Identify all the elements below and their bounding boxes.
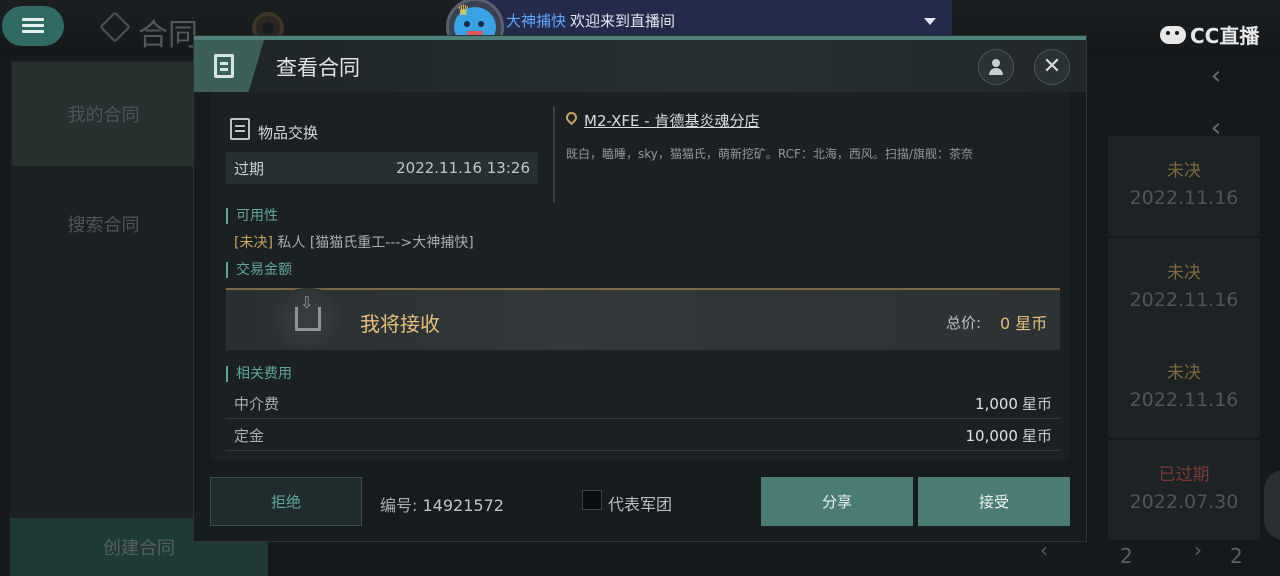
- fee-unit: 星币: [1021, 394, 1052, 413]
- close-icon: ✕: [1042, 54, 1062, 79]
- contract-number: 编号: 14921572: [380, 492, 504, 516]
- list-item[interactable]: 未决 2022.11.16: [1108, 136, 1260, 236]
- dialog-header: 查看合同 ✕: [194, 40, 1086, 92]
- list-item-date: 2022.11.16: [1129, 289, 1239, 311]
- banner-message: 欢迎来到直播间: [570, 11, 676, 30]
- fee-label: 定金: [234, 426, 265, 445]
- dialog-body: 物品交换 过期 2022.11.16 13:26 M2-XFE - 肯德基炎魂分…: [210, 92, 1070, 460]
- crown-icon: ♛: [457, 3, 470, 19]
- reject-button[interactable]: 拒绝: [210, 477, 362, 526]
- cc-cloud-icon: [1160, 25, 1186, 44]
- sidebar-item-search-contracts[interactable]: 搜索合同: [12, 172, 195, 276]
- fee-row-deposit: 定金 10,000 星币: [226, 420, 1060, 451]
- receive-bar: 我将接收 总价: 0 星币: [226, 288, 1060, 350]
- chevron-left-icon[interactable]: ‹: [1040, 538, 1048, 562]
- amount-heading: 交易金额: [226, 262, 292, 278]
- availability-heading: 可用性: [226, 208, 278, 224]
- list-item[interactable]: 已过期 2022.07.30: [1108, 440, 1260, 540]
- location-pin-icon: [563, 109, 580, 126]
- hamburger-icon: [22, 18, 44, 34]
- availability-status: [未决]: [234, 235, 273, 251]
- dialog-title: 查看合同: [276, 56, 360, 80]
- status-badge: 未决: [1167, 263, 1201, 283]
- availability-detail: 私人 [猫猫氏重工--->大神捕快]: [277, 235, 474, 251]
- expiry-label: 过期: [234, 159, 265, 178]
- status-badge: 未决: [1167, 363, 1201, 383]
- list-item-date: 2022.11.16: [1129, 187, 1239, 209]
- accept-button[interactable]: 接受: [918, 477, 1070, 526]
- expiry-value: 2022.11.16 13:26: [396, 159, 530, 177]
- person-icon: [989, 59, 1003, 75]
- contract-dialog: 查看合同 ✕ 物品交换 过期 2022.11.16 13:26 M2-XFE -…: [194, 36, 1086, 541]
- fee-row-broker: 中介费 1,000 星币: [226, 388, 1060, 419]
- share-button[interactable]: 分享: [761, 477, 913, 526]
- floating-ball[interactable]: [1264, 470, 1280, 540]
- receive-badge: [266, 288, 350, 350]
- fee-unit: 星币: [1021, 426, 1052, 445]
- total-label: 总价:: [946, 314, 982, 332]
- fee-value: 10,000 星币: [965, 425, 1052, 446]
- represent-corp-label: 代表军团: [608, 495, 673, 514]
- close-button[interactable]: ✕: [1034, 49, 1070, 85]
- fees-heading: 相关费用: [226, 366, 292, 382]
- represent-corp-checkbox[interactable]: [582, 490, 602, 510]
- contract-number-label: 编号:: [380, 496, 418, 515]
- chevron-left-icon[interactable]: ‹: [1196, 56, 1236, 96]
- fee-label: 中介费: [234, 394, 280, 413]
- page-total: 2: [1230, 544, 1243, 568]
- status-badge: 已过期: [1158, 465, 1210, 485]
- dialog-icon-tab: [194, 40, 264, 92]
- fee-amount: 1,000: [975, 394, 1018, 413]
- contract-book-icon: [214, 54, 234, 78]
- list-item-date: 2022.07.30: [1129, 491, 1239, 513]
- fee-value: 1,000 星币: [975, 393, 1052, 414]
- location-link[interactable]: M2-XFE - 肯德基炎魂分店: [584, 110, 759, 131]
- list-item[interactable]: 未决 2022.11.16: [1108, 338, 1260, 438]
- download-tray-icon: [295, 293, 321, 331]
- watermark-logo: CC直播: [1160, 20, 1259, 49]
- availability-line: [未决] 私人 [猫猫氏重工--->大神捕快]: [234, 232, 474, 252]
- stream-welcome-banner[interactable]: 大神捕快 欢迎来到直播间: [462, 0, 952, 40]
- list-item-date: 2022.11.16: [1129, 389, 1239, 411]
- expiry-row: 过期 2022.11.16 13:26: [226, 152, 538, 184]
- page-current: 2: [1120, 544, 1133, 568]
- banner-username: 大神捕快: [506, 11, 567, 30]
- contract-number-value: 14921572: [422, 496, 504, 515]
- contract-type: 物品交换: [258, 124, 319, 142]
- profile-button[interactable]: [978, 49, 1014, 85]
- page-title: 合同: [138, 18, 198, 53]
- caret-down-icon[interactable]: [924, 18, 936, 25]
- location-description: 既白，瞌睡，sky，猫猫氏，萌新挖矿。RCF：北海，西风。扫描/旗舰：茶奈: [566, 147, 973, 161]
- menu-button[interactable]: [2, 6, 64, 46]
- document-icon: [230, 118, 250, 140]
- chevron-right-icon[interactable]: ›: [1194, 538, 1202, 562]
- divider: [553, 106, 555, 202]
- watermark-text: CC直播: [1190, 24, 1260, 48]
- total-value: 0 星币: [1000, 314, 1048, 333]
- list-item[interactable]: 未决 2022.11.16: [1108, 238, 1260, 338]
- receive-label: 我将接收: [360, 312, 440, 336]
- status-badge: 未决: [1167, 161, 1201, 181]
- fee-amount: 10,000: [965, 426, 1018, 445]
- sidebar-item-my-contracts[interactable]: 我的合同: [12, 62, 195, 166]
